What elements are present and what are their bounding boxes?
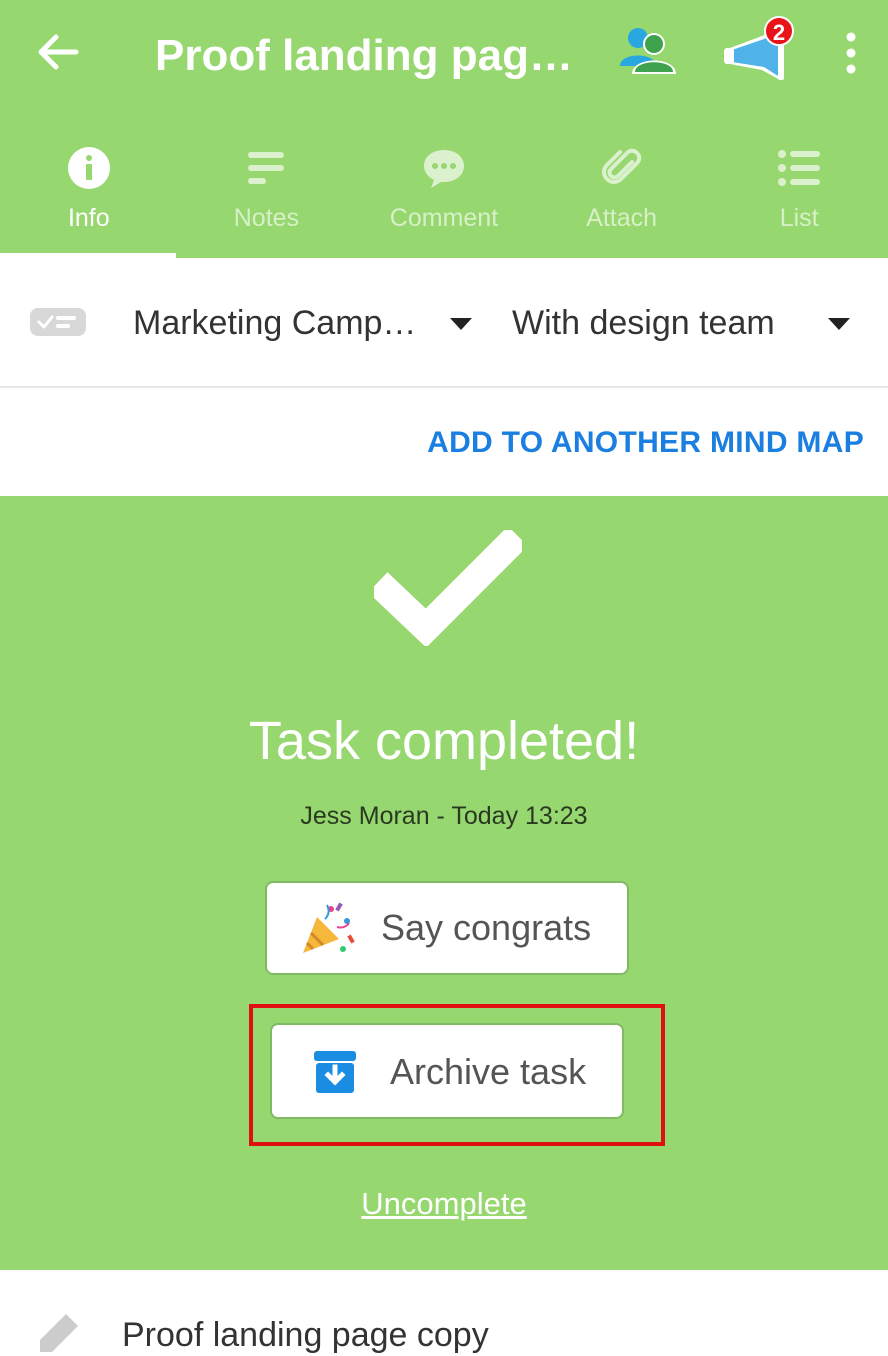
task-name-row: Proof landing page copy <box>0 1270 888 1354</box>
tab-notes-label: Notes <box>233 204 300 232</box>
tab-attach[interactable]: Attach <box>533 130 711 258</box>
more-options-button[interactable] <box>835 28 867 78</box>
more-vertical-icon <box>846 32 856 74</box>
list-icon <box>778 150 821 186</box>
page-title: Proof landing pag… <box>155 31 573 80</box>
tab-list-label: List <box>779 204 819 232</box>
highlight-box <box>249 1004 665 1146</box>
task-name-field[interactable]: Proof landing page copy <box>122 1316 489 1355</box>
task-type-icon[interactable] <box>30 308 86 336</box>
tab-bar: Info Notes Comment Attach List <box>0 130 888 258</box>
mind-map-dropdown[interactable]: Marketing Camp… <box>133 298 416 348</box>
say-congrats-label: Say congrats <box>381 907 592 948</box>
add-to-another-mind-map-button[interactable]: ADD TO ANOTHER MIND MAP <box>427 426 864 460</box>
tab-comment[interactable]: Comment <box>355 130 533 258</box>
comment-icon <box>423 150 464 188</box>
checkmark-icon <box>374 530 522 646</box>
completed-by: Jess Moran - Today 13:23 <box>300 802 588 830</box>
people-icon <box>620 28 676 74</box>
party-popper-icon <box>303 902 355 953</box>
app-bar: Proof landing pag… 2 Info Notes Comment … <box>0 0 888 258</box>
tab-attach-label: Attach <box>586 204 658 232</box>
completed-title: Task completed! <box>248 711 640 771</box>
tab-list[interactable]: List <box>710 130 888 258</box>
uncomplete-link[interactable]: Uncomplete <box>0 1186 888 1222</box>
notes-icon <box>248 152 285 184</box>
notification-badge: 2 <box>764 16 794 46</box>
arrow-left-icon <box>38 34 79 70</box>
tab-info-label: Info <box>67 204 110 232</box>
paperclip-icon <box>601 148 641 184</box>
info-icon <box>67 147 110 189</box>
selector-row: Marketing Camp… With design team <box>0 258 888 388</box>
say-congrats-button[interactable]: Say congrats <box>265 881 629 975</box>
chevron-down-icon[interactable] <box>828 318 850 330</box>
node-dropdown[interactable]: With design team <box>512 298 775 348</box>
task-completed-panel: Task completed! Jess Moran - Today 13:23… <box>0 496 888 1270</box>
chevron-down-icon[interactable] <box>450 318 472 330</box>
back-button[interactable] <box>30 24 86 80</box>
announcements-button[interactable]: 2 <box>722 14 798 84</box>
pencil-icon <box>40 1314 78 1352</box>
tab-comment-label: Comment <box>389 204 499 232</box>
add-to-map-row: ADD TO ANOTHER MIND MAP <box>0 388 888 496</box>
tab-info[interactable]: Info <box>0 130 178 258</box>
team-button[interactable] <box>616 22 680 82</box>
tab-notes[interactable]: Notes <box>178 130 356 258</box>
